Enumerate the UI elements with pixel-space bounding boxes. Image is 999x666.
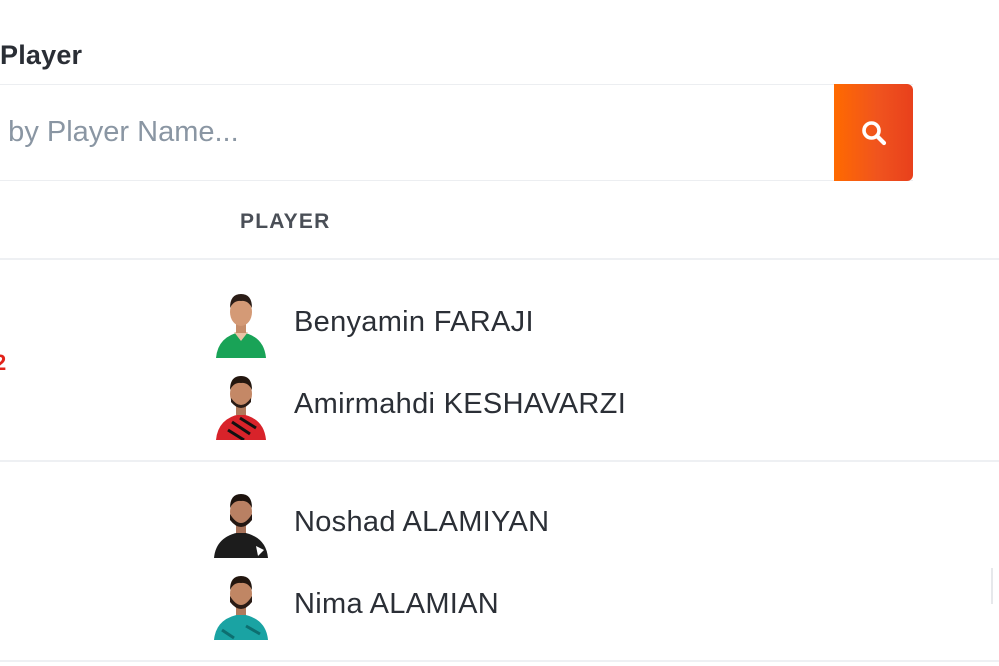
table-edge [991,568,999,604]
player-name[interactable]: Amirmahdi KESHAVARZI [294,388,626,421]
player-row[interactable]: Benyamin FARAJI [210,284,534,360]
player-name[interactable]: Nima ALAMIAN [294,588,499,621]
row-divider [0,460,999,462]
player-avatar [216,376,266,440]
player-avatar [214,576,268,640]
column-header-player: PLAYER [240,210,331,233]
player-row[interactable]: Noshad ALAMIYAN [210,484,549,560]
section-title: Player [0,40,83,70]
player-row[interactable]: Amirmahdi KESHAVARZI [210,366,626,442]
player-row[interactable]: Nima ALAMIAN [210,566,499,642]
player-name[interactable]: Benyamin FARAJI [294,306,534,339]
search-icon [861,120,886,145]
player-name[interactable]: Noshad ALAMIYAN [294,506,549,539]
player-avatar [214,494,268,558]
search-bar [0,84,913,181]
header-divider [0,258,999,260]
row-divider [0,660,999,662]
search-input[interactable] [0,85,834,180]
match-score: 2 [0,350,7,375]
player-avatar [216,294,266,358]
search-button[interactable] [834,84,913,181]
